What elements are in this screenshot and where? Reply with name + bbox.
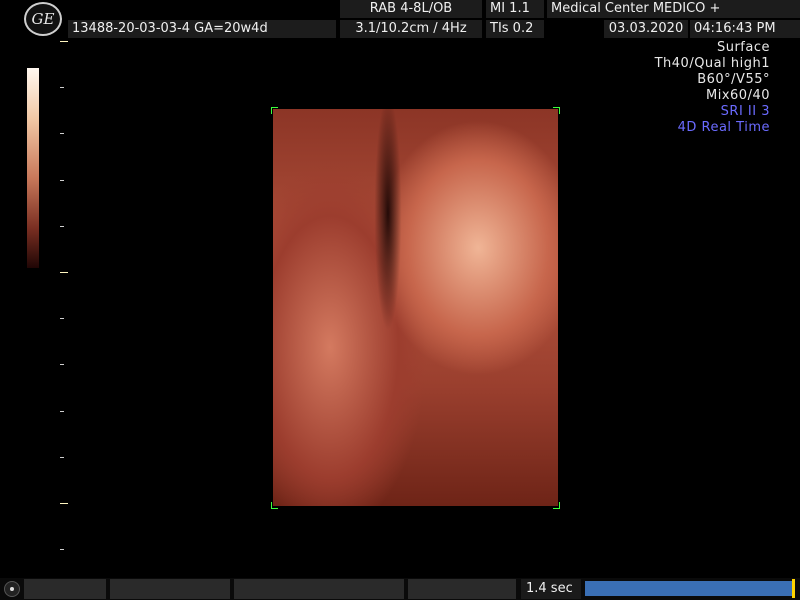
depth-tick [60,87,64,89]
frame-corner-br [553,502,560,509]
exam-time: 04:16:43 PM [690,20,800,38]
depth-tick [60,456,64,458]
color-map-bar [27,68,39,268]
frame-corner-bl [271,502,278,509]
tis-value: TIs 0.2 [486,20,544,38]
exam-date: 03.03.2020 [604,20,688,38]
render-param-line: Mix60/40 [706,88,770,103]
render-param-line: SRI II 3 [720,104,770,119]
institution-name: Medical Center MEDICO + [547,0,800,18]
depth-tick [60,318,64,320]
softkey-4[interactable] [408,579,516,599]
frame-corner-tl [271,107,278,114]
cine-progress-bar[interactable] [585,581,795,596]
depth-tick [60,133,64,135]
depth-tick [60,549,64,551]
depth-tick [60,410,64,412]
cine-duration: 1.4 sec [521,579,581,599]
cine-marker[interactable] [792,579,795,598]
mi-value: MI 1.1 [486,0,544,18]
render-param-line: Surface [716,40,770,55]
softkey-2[interactable] [110,579,230,599]
ge-logo-icon: GE [24,2,62,36]
render-param-line: 4D Real Time [677,120,770,135]
depth-tick [60,364,64,366]
render-param-line: B60°/V55° [697,72,770,87]
softkey-3[interactable] [234,579,404,599]
depth-tick [60,272,68,273]
4d-surface-render-image [273,109,558,506]
patient-id: 13488-20-03-03-4 GA=20w4d [68,20,336,38]
depth-tick [60,179,64,181]
depth-tick [60,225,64,227]
header-bar: GE RAB 4-8L/OB MI 1.1 Medical Center MED… [0,0,800,38]
depth-frequency: 3.1/10.2cm / 4Hz [340,20,482,38]
render-param-line: Th40/Qual high1 [654,56,770,71]
softkey-1[interactable] [24,579,106,599]
probe-label: RAB 4-8L/OB [340,0,482,18]
render-shadow [358,109,418,369]
depth-tick [60,503,68,504]
frame-corner-tr [553,107,560,114]
depth-tick [60,41,68,42]
trackball-icon[interactable] [4,581,20,597]
render-parameters: Surface Th40/Qual high1 B60°/V55° Mix60/40 S… [655,40,770,136]
